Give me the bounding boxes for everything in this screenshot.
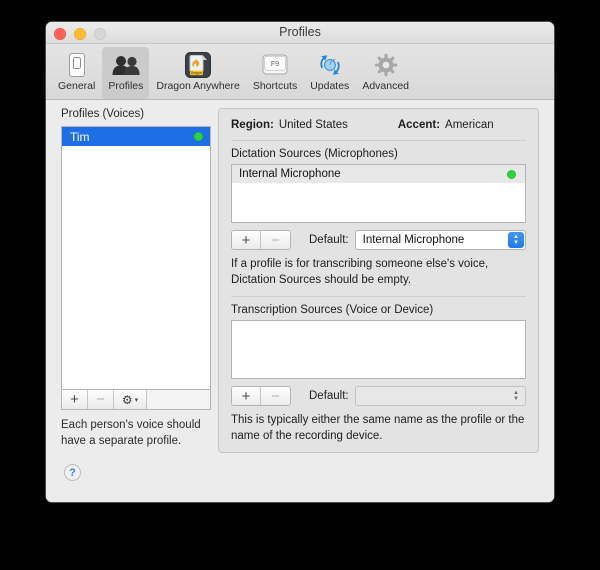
toolbar-item-advanced[interactable]: Advanced	[356, 47, 415, 99]
dictation-default-popup[interactable]: Internal Microphone ▲ ▼	[354, 230, 526, 250]
dictation-default-label: Default:	[309, 234, 349, 246]
region-label: Region:	[231, 119, 274, 131]
minus-icon: −	[271, 231, 280, 249]
refresh-globe-icon	[315, 51, 345, 78]
question-mark-icon: ?	[69, 466, 76, 479]
transcription-sources-title: Transcription Sources (Voice or Device)	[231, 304, 434, 317]
toolbar-label-updates: Updates	[310, 80, 350, 92]
remove-dictation-source-button: −	[261, 231, 290, 249]
add-profile-button[interactable]: +	[62, 390, 88, 409]
profiles-sidebar: Profiles (Voices) Tim + − ⚙ ▾ Each perso…	[61, 108, 211, 449]
dictation-source-row[interactable]: Internal Microphone	[232, 165, 525, 183]
toolbar-label-general: General	[58, 80, 96, 92]
dictation-source-status-dot	[507, 169, 516, 179]
remove-profile-button: −	[88, 390, 114, 409]
add-dictation-source-button[interactable]: +	[232, 231, 261, 249]
transcription-default-label: Default:	[309, 390, 349, 403]
f9-key-icon: F9	[260, 51, 290, 78]
dictation-default-value: Internal Microphone	[362, 234, 465, 246]
dictation-sources-title: Dictation Sources (Microphones)	[231, 148, 398, 160]
gear-icon: ⚙	[121, 392, 133, 407]
toolbar-item-updates[interactable]: Updates	[304, 47, 355, 99]
accent-value: American	[445, 119, 494, 131]
switch-icon	[62, 51, 92, 78]
chevron-down-icon: ▼	[513, 396, 519, 403]
profile-details-panel: Region: United States Accent: American D…	[218, 108, 539, 453]
profiles-listbox[interactable]: Tim	[61, 126, 211, 389]
transcription-add-remove-group: + −	[231, 386, 291, 407]
transcription-help-text: This is typically either the same name a…	[231, 414, 525, 442]
profile-list-item-tim[interactable]: Tim	[62, 127, 210, 146]
plus-icon: +	[70, 391, 79, 408]
add-transcription-source-button[interactable]: +	[232, 387, 261, 406]
gear-icon	[371, 51, 401, 78]
profile-status-dot	[194, 132, 203, 141]
toolbar-label-advanced: Advanced	[362, 80, 410, 92]
dictation-add-remove-group: + −	[231, 230, 291, 250]
toolbar-item-general[interactable]: General	[52, 47, 101, 99]
profile-actions-button[interactable]: ⚙ ▾	[114, 390, 147, 409]
remove-transcription-source-button: −	[261, 387, 290, 406]
help-button[interactable]: ?	[64, 464, 81, 481]
profile-name: Tim	[70, 129, 90, 144]
dragon-app-icon: Dragon	[183, 51, 213, 78]
plus-icon: +	[241, 387, 251, 405]
dictation-help-text: If a profile is for transcribing someone…	[231, 257, 526, 298]
transcription-default-popup: ▲ ▼	[354, 386, 526, 407]
accent-label: Accent:	[397, 119, 441, 131]
toolbar-item-profiles[interactable]: Profiles	[102, 47, 150, 99]
people-icon	[111, 51, 141, 78]
toolbar-filler	[147, 390, 210, 409]
region-value: United States	[278, 119, 348, 131]
transcription-controls-row: + − Default: ▲ ▼	[231, 386, 526, 407]
preferences-toolbar: General Profiles Dragon Dragon Anywhere …	[46, 44, 554, 100]
profiles-preferences-window: Profiles General Profiles Dragon Dragon …	[46, 22, 554, 502]
minus-icon: −	[96, 391, 105, 408]
dictation-controls-row: + − Default: Internal Microphone ▲ ▼	[231, 230, 526, 250]
toolbar-label-dragon-anywhere: Dragon Anywhere	[156, 80, 240, 92]
region-accent-row: Region: United States Accent: American	[231, 119, 526, 141]
chevron-down-icon: ▾	[134, 396, 139, 404]
dictation-sources-listbox[interactable]: Internal Microphone	[231, 164, 526, 223]
plus-icon: +	[241, 231, 251, 249]
chevron-down-icon: ▼	[513, 240, 519, 246]
svg-text:Dragon: Dragon	[191, 70, 203, 74]
transcription-sources-listbox[interactable]	[231, 320, 526, 380]
window-titlebar: Profiles	[46, 22, 554, 44]
profiles-list-title: Profiles (Voices)	[61, 108, 145, 120]
sidebar-help-text: Each person's voice should have a separa…	[61, 419, 201, 447]
profiles-list-toolbar: + − ⚙ ▾	[61, 389, 211, 410]
window-title: Profiles	[279, 25, 321, 39]
popup-stepper-icon: ▲ ▼	[508, 232, 524, 248]
preferences-content: Profiles (Voices) Tim + − ⚙ ▾ Each perso…	[46, 100, 554, 502]
toolbar-item-dragon-anywhere[interactable]: Dragon Dragon Anywhere	[150, 47, 245, 99]
toolbar-label-shortcuts: Shortcuts	[252, 80, 298, 92]
toolbar-label-profiles: Profiles	[108, 80, 144, 92]
minus-icon: −	[271, 387, 280, 405]
svg-text:F9: F9	[271, 61, 279, 68]
toolbar-item-shortcuts[interactable]: F9 Shortcuts	[247, 47, 303, 99]
popup-stepper-icon: ▲ ▼	[508, 388, 524, 404]
dictation-source-name: Internal Microphone	[239, 168, 341, 180]
